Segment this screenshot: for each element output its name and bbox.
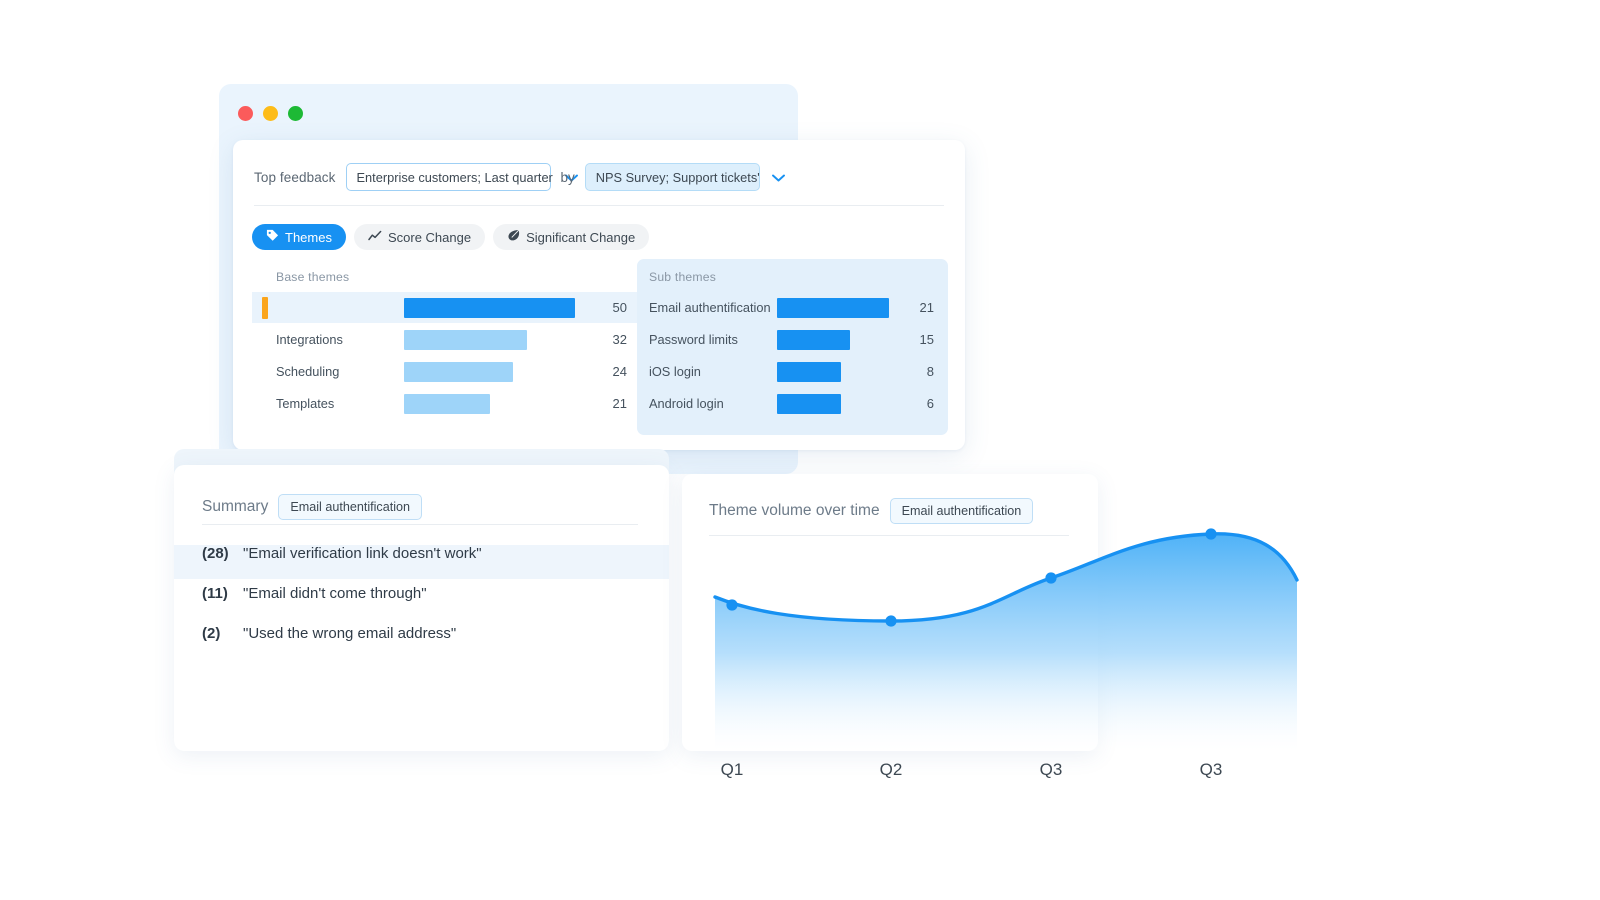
tab-score-change[interactable]: Score Change — [353, 224, 486, 250]
screen-root: Top feedback Enterprise customers; Last … — [0, 0, 1600, 900]
summary-item-count: (2) — [202, 625, 221, 642]
base-theme-value: 32 — [612, 332, 627, 347]
bar-track — [404, 393, 591, 414]
bar-fill — [777, 393, 841, 414]
segment-select[interactable]: Enterprise customers; Last quarter — [345, 163, 578, 191]
list-item[interactable]: Password limits 15 — [637, 324, 948, 355]
bar-track — [777, 361, 896, 382]
feedback-panel: Top feedback Enterprise customers; Last … — [233, 140, 965, 450]
sub-themes-rows: Email authentification 21 Password limit… — [637, 292, 948, 420]
chart-title: Theme volume over time — [709, 502, 880, 519]
minimize-dot[interactable] — [263, 106, 278, 121]
sub-theme-label: iOS login — [649, 364, 701, 379]
summary-item-text: "Email verification link doesn't work" — [243, 545, 482, 562]
close-dot[interactable] — [238, 106, 253, 121]
summary-header: Summary Email authentification — [202, 494, 423, 520]
comet-icon — [507, 229, 520, 245]
summary-item-text: "Used the wrong email address" — [243, 625, 457, 642]
list-item[interactable]: Android login 6 — [637, 388, 948, 419]
tag-icon — [266, 229, 279, 245]
tab-significant-change-label: Significant Change — [526, 229, 636, 245]
base-theme-value: 24 — [612, 364, 627, 379]
tab-themes[interactable]: Themes — [252, 224, 346, 250]
line-chart-icon — [368, 230, 382, 245]
bar-fill — [777, 361, 841, 382]
maximize-dot[interactable] — [288, 106, 303, 121]
bar-track — [404, 329, 591, 350]
base-theme-label: Scheduling — [276, 364, 340, 379]
x-tick-label: Q3 — [1039, 760, 1063, 779]
sub-theme-value: 21 — [919, 300, 934, 315]
summary-card: Summary Email authentification (28) "Ema… — [174, 465, 669, 751]
table-row[interactable]: Integrations 32 — [252, 324, 637, 355]
bar-fill — [404, 297, 575, 318]
segment-select-value: Enterprise customers; Last quarter — [356, 169, 553, 185]
filter-label: Top feedback — [254, 169, 336, 185]
filter-divider — [254, 205, 944, 206]
tab-themes-label: Themes — [285, 229, 332, 245]
bar-track — [777, 393, 896, 414]
sub-theme-value: 15 — [919, 332, 934, 347]
base-themes-rows: 50 Integrations 32 Scheduling 24 Templat… — [252, 292, 637, 420]
themes-panels: Base themes 50 Integrations 32 Schedulin… — [252, 259, 948, 435]
chart-card: Theme volume over time Email authentific… — [682, 474, 1098, 751]
chart-header: Theme volume over time Email authentific… — [709, 498, 1034, 524]
table-row[interactable]: 50 — [252, 292, 637, 323]
bar-track — [404, 297, 591, 318]
summary-item-text: "Email didn't come through" — [243, 585, 427, 602]
sub-themes-panel: Sub themes Email authentification 21 Pas… — [637, 259, 948, 435]
filter-by-label: by — [560, 169, 575, 185]
base-theme-label: Templates — [276, 396, 335, 411]
summary-theme-chip[interactable]: Email authentification — [278, 494, 423, 520]
filter-bar: Top feedback Enterprise customers; Last … — [254, 163, 785, 191]
chevron-down-icon — [771, 170, 785, 185]
summary-list: (28) "Email verification link doesn't wo… — [174, 545, 669, 659]
bar-fill — [404, 361, 513, 382]
view-tabs: Themes Score Change Significant Change — [252, 224, 650, 250]
tab-significant-change[interactable]: Significant Change — [493, 224, 650, 250]
summary-divider — [202, 524, 638, 525]
chart-point[interactable] — [1205, 528, 1217, 540]
bar-fill — [777, 297, 889, 318]
bar-fill — [404, 393, 490, 414]
summary-item-count: (11) — [202, 585, 228, 602]
bar-track — [777, 329, 896, 350]
sub-theme-label: Password limits — [649, 332, 738, 347]
summary-title: Summary — [202, 498, 269, 515]
selected-row-accent — [262, 297, 268, 319]
x-tick-label: Q2 — [879, 760, 903, 779]
table-row[interactable]: Scheduling 24 — [252, 356, 637, 387]
chart-x-axis: Q1 Q2 Q3 Q3 — [682, 760, 1322, 790]
table-row[interactable]: Templates 21 — [252, 388, 637, 419]
bar-track — [404, 361, 591, 382]
summary-item-count: (28) — [202, 545, 229, 562]
base-theme-value: 21 — [612, 396, 627, 411]
sub-theme-value: 6 — [926, 396, 934, 411]
window-traffic-lights — [238, 106, 303, 121]
bar-fill — [777, 329, 850, 350]
sub-theme-label: Email authentification — [649, 300, 771, 315]
list-item[interactable]: (2) "Used the wrong email address" — [174, 625, 669, 659]
sub-theme-value: 8 — [926, 364, 934, 379]
bar-fill — [404, 329, 527, 350]
source-select[interactable]: NPS Survey; Support tickets' — [584, 163, 785, 191]
sub-themes-title: Sub themes — [649, 270, 717, 284]
base-theme-value: 50 — [612, 300, 627, 315]
source-select-value: NPS Survey; Support tickets' — [595, 169, 760, 185]
chart-divider — [709, 535, 1069, 536]
x-tick-label: Q3 — [1199, 760, 1223, 779]
sub-theme-label: Android login — [649, 396, 724, 411]
chart-theme-chip[interactable]: Email authentification — [889, 498, 1034, 524]
x-tick-label: Q1 — [720, 760, 744, 779]
list-item[interactable]: iOS login 8 — [637, 356, 948, 387]
base-themes-title: Base themes — [276, 270, 350, 284]
base-themes-panel: Base themes 50 Integrations 32 Schedulin… — [252, 259, 637, 435]
tab-score-change-label: Score Change — [387, 229, 472, 245]
list-item[interactable]: (11) "Email didn't come through" — [174, 585, 669, 619]
base-theme-label: Integrations — [276, 332, 343, 347]
list-item[interactable]: (28) "Email verification link doesn't wo… — [174, 545, 669, 579]
bar-track — [777, 297, 896, 318]
list-item[interactable]: Email authentification 21 — [637, 292, 948, 323]
